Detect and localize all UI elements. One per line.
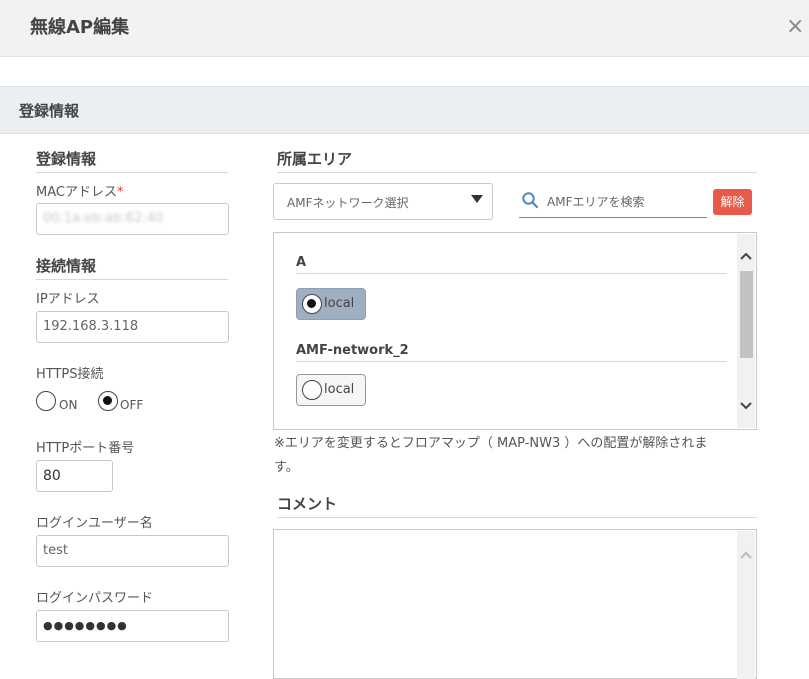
https-off-radio[interactable] xyxy=(98,391,118,411)
mac-label: MACアドレス* xyxy=(36,181,123,200)
network-heading-a: A xyxy=(296,255,727,274)
scroll-thumb[interactable] xyxy=(740,271,753,358)
comment-scrollbar[interactable] xyxy=(737,531,755,679)
area-option-label: local xyxy=(324,296,355,311)
notice-line-2: す。 xyxy=(274,460,299,475)
notice-line-1: ※エリアを変更するとフロアマップ（ MAP-NW3 ）への配置が解除されま xyxy=(274,436,708,451)
mac-address-field[interactable]: 00:1a:eb:ab:62:40 xyxy=(36,203,229,235)
area-option-label: local xyxy=(324,382,355,397)
comment-textarea[interactable] xyxy=(273,529,757,679)
https-on-radio[interactable] xyxy=(36,391,56,411)
clear-button[interactable]: 解除 xyxy=(713,189,752,215)
mac-label-text: MACアドレス xyxy=(36,185,117,200)
login-password-label: ログインパスワード xyxy=(36,591,154,606)
required-mark: * xyxy=(116,185,124,200)
section-title: 登録情報 xyxy=(19,102,80,120)
section-header: 登録情報 xyxy=(0,86,809,134)
triangle-down-icon xyxy=(471,195,483,203)
area-option-amf-network-2-local[interactable]: local xyxy=(296,374,366,406)
area-change-notice: ※エリアを変更するとフロアマップ（ MAP-NW3 ）への配置が解除されま す。 xyxy=(274,432,754,480)
area-radio xyxy=(302,294,322,314)
area-option-a-local[interactable]: local xyxy=(296,288,366,320)
area-group-title: 所属エリア xyxy=(277,148,757,173)
close-icon[interactable]: × xyxy=(786,16,804,38)
area-search-input[interactable]: AMFエリアを検索 xyxy=(519,187,707,218)
ip-address-field[interactable]: 192.168.3.118 xyxy=(36,311,229,343)
dialog-header: 無線AP編集 × xyxy=(0,0,809,57)
chevron-up-icon[interactable] xyxy=(740,250,752,262)
chevron-up-icon[interactable] xyxy=(740,549,752,561)
ip-label: IPアドレス xyxy=(36,292,100,307)
mac-address-value: 00:1a:eb:ab:62:40 xyxy=(43,211,164,226)
https-on-label: ON xyxy=(59,398,78,412)
network-heading-amf-network-2: AMF-network_2 xyxy=(296,343,727,362)
https-label: HTTPS接続 xyxy=(36,367,104,382)
area-search-placeholder: AMFエリアを検索 xyxy=(547,195,645,209)
network-select-value: AMFネットワーク選択 xyxy=(287,196,409,210)
search-icon xyxy=(522,192,539,209)
login-password-field[interactable]: ●●●●●●●● xyxy=(36,610,229,642)
registration-group-title: 登録情報 xyxy=(36,148,228,173)
comment-group-title: コメント xyxy=(277,493,757,518)
http-port-field[interactable]: 80 xyxy=(36,460,113,492)
area-list: A local AMF-network_2 local xyxy=(273,232,757,430)
https-off-label: OFF xyxy=(120,398,144,412)
network-select[interactable]: AMFネットワーク選択 xyxy=(273,183,493,220)
area-radio xyxy=(302,380,322,400)
http-port-label: HTTPポート番号 xyxy=(36,441,135,456)
connection-group-title: 接続情報 xyxy=(36,255,228,280)
login-user-label: ログインユーザー名 xyxy=(36,516,153,531)
chevron-down-icon[interactable] xyxy=(740,400,752,412)
area-list-scrollbar[interactable] xyxy=(737,234,755,428)
login-user-field[interactable]: test xyxy=(36,535,229,567)
dialog-title: 無線AP編集 xyxy=(30,17,130,38)
